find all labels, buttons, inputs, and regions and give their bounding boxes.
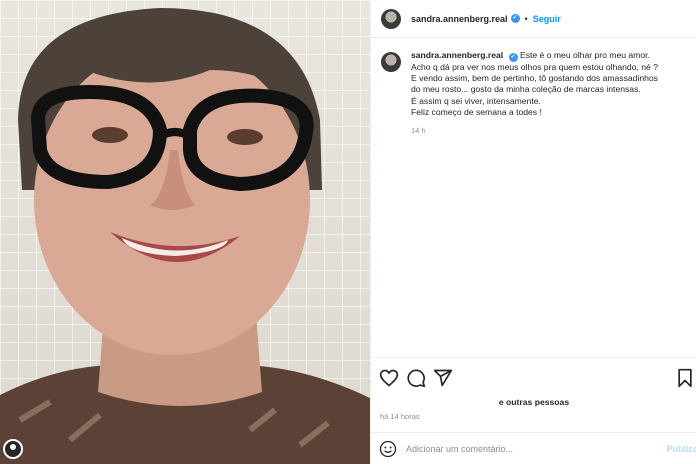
caption-first-line: sandra.annenberg.real ✓ Este é o meu olh… <box>411 50 686 62</box>
caption-avatar[interactable] <box>381 52 401 72</box>
portrait-illustration <box>0 8 370 464</box>
action-bar <box>371 357 696 397</box>
likes-summary[interactable]: e outras pessoas <box>371 397 696 407</box>
share-icon[interactable] <box>433 368 453 388</box>
header-separator: • <box>524 13 528 24</box>
caption-text-line: Este é o meu olhar pro meu amor. <box>519 50 650 60</box>
comment-input[interactable] <box>406 443 646 454</box>
comment-box: Publicar <box>371 432 696 464</box>
heart-icon[interactable] <box>379 368 399 388</box>
comment-icon[interactable] <box>406 368 426 388</box>
avatar[interactable] <box>381 8 401 29</box>
caption-time[interactable]: 14 h <box>411 125 686 136</box>
post-panel: sandra.annenberg.real ✓ • Seguir sandra.… <box>370 0 696 464</box>
post-header: sandra.annenberg.real ✓ • Seguir <box>371 0 696 38</box>
caption-text-line: Acho q dá pra ver nos meus olhos pra que… <box>411 62 658 72</box>
verified-badge-icon: ✓ <box>510 14 520 23</box>
tagged-users-icon[interactable] <box>3 439 23 459</box>
caption-text-line: Feliz começo de semana a todes ! <box>411 106 542 117</box>
caption-text-line: do meu rosto... gosto da minha coleção d… <box>411 84 641 95</box>
post-timestamp[interactable]: há 14 horas <box>380 412 420 421</box>
emoji-icon[interactable] <box>379 440 397 458</box>
caption-body: sandra.annenberg.real ✓ Este é o meu olh… <box>411 50 686 136</box>
bookmark-icon[interactable] <box>675 368 695 388</box>
follow-button[interactable]: Seguir <box>533 14 561 24</box>
header-username[interactable]: sandra.annenberg.real <box>411 14 508 24</box>
post-photo[interactable] <box>0 0 370 464</box>
publish-button[interactable]: Publicar <box>666 444 696 454</box>
caption: sandra.annenberg.real ✓ Este é o meu olh… <box>371 38 696 136</box>
verified-badge-icon: ✓ <box>508 53 518 62</box>
caption-username[interactable]: sandra.annenberg.real <box>411 50 503 60</box>
caption-text-line: E vendo assim, bem de pertinho, tô gosta… <box>411 73 658 84</box>
caption-text-line: É assim q sei viver, intensamente. <box>411 95 541 106</box>
